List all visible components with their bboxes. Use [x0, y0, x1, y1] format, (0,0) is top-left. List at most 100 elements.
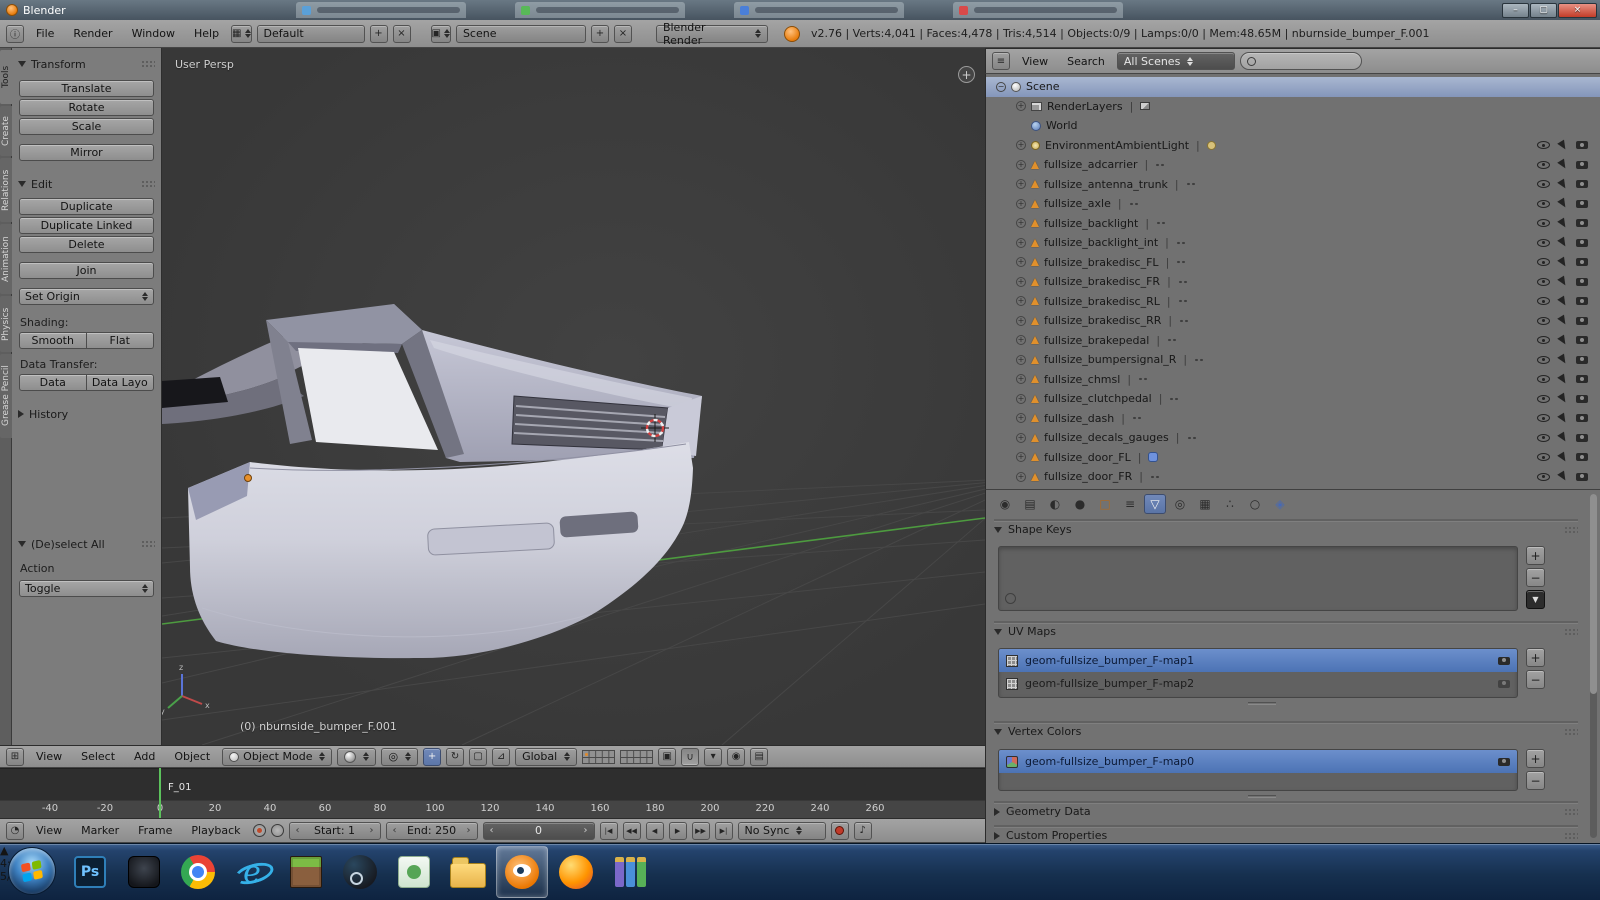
cursor-icon[interactable] [1557, 178, 1569, 190]
shelf-tab-relations[interactable]: Relations [0, 158, 12, 222]
render-camera-icon[interactable] [1498, 758, 1510, 766]
cursor-icon[interactable] [1557, 432, 1569, 444]
vertex-color-row[interactable]: geom-fullsize_bumper_F-map0 [999, 750, 1517, 773]
properties-scrollbar[interactable] [1590, 494, 1597, 838]
expand-icon[interactable]: + [1016, 316, 1026, 326]
shape-keys-list[interactable] [998, 546, 1518, 611]
outliner-row[interactable]: +fullsize_bumpersignal_R| [986, 350, 1600, 370]
menu-help[interactable]: Help [187, 27, 226, 40]
taskbar-explorer-button[interactable] [442, 846, 494, 898]
outliner-row[interactable]: +fullsize_chmsl| [986, 370, 1600, 390]
eye-icon[interactable] [1537, 473, 1550, 481]
frame-start-field[interactable]: ‹Start: 1› [289, 822, 381, 840]
cursor-icon[interactable] [1557, 354, 1569, 366]
expand-icon[interactable]: + [1016, 179, 1026, 189]
lock-icon[interactable]: ▣ [658, 748, 676, 766]
camera-icon[interactable] [1576, 278, 1588, 286]
render-camera-icon[interactable] [1498, 657, 1510, 665]
outliner-row[interactable]: +fullsize_dash| [986, 409, 1600, 429]
eye-icon[interactable] [1537, 356, 1550, 364]
screen-layout-icon[interactable]: ▦ [231, 25, 251, 43]
eye-icon[interactable] [1537, 200, 1550, 208]
shape-key-specials-dropdown[interactable]: ▼ [1526, 590, 1545, 609]
viewport-menu-select[interactable]: Select [74, 750, 122, 763]
editor-type-timeline-icon[interactable]: ◔ [6, 822, 24, 840]
menu-file[interactable]: File [29, 27, 61, 40]
camera-icon[interactable] [1576, 219, 1588, 227]
outliner-row-scene[interactable]: −Scene [986, 77, 1600, 97]
resize-grip[interactable] [1248, 795, 1276, 798]
eye-icon[interactable] [1537, 161, 1550, 169]
cursor-icon[interactable] [1557, 315, 1569, 327]
maximize-button[interactable]: ▢ [1530, 3, 1557, 18]
camera-icon[interactable] [1576, 239, 1588, 247]
render-opengl-anim-icon[interactable]: ▤ [750, 748, 768, 766]
outliner-row[interactable]: World [986, 116, 1600, 136]
outliner-row[interactable]: +fullsize_antenna_trunk| [986, 175, 1600, 195]
expand-icon[interactable]: + [1016, 160, 1026, 170]
timeline-canvas[interactable]: F_01 [0, 768, 985, 800]
outliner-row[interactable]: +EnvironmentAmbientLight| [986, 136, 1600, 156]
layers-group-1[interactable] [582, 750, 615, 764]
cursor-icon[interactable] [1557, 451, 1569, 463]
rotate-button[interactable]: Rotate [19, 99, 154, 116]
manipulator-rotate-icon[interactable]: ↻ [446, 748, 464, 766]
translate-button[interactable]: Translate [19, 80, 154, 97]
vertex-color-add-button[interactable]: + [1526, 749, 1545, 768]
vertex-colors-panel-header[interactable]: Vertex Colors [994, 723, 1578, 739]
taskbar-gimp-button[interactable] [658, 846, 710, 898]
delete-layout-button[interactable]: × [393, 25, 411, 43]
history-panel-header[interactable]: History [18, 406, 155, 422]
viewport-menu-view[interactable]: View [29, 750, 69, 763]
hidden-icons-chevron[interactable]: ▲ [0, 844, 8, 857]
viewport-menu-object[interactable]: Object [167, 750, 217, 763]
current-frame-field[interactable]: ‹0› [483, 822, 595, 840]
delete-scene-button[interactable]: × [614, 25, 632, 43]
outliner-row[interactable]: +fullsize_adcarrier| [986, 155, 1600, 175]
menu-render[interactable]: Render [66, 27, 119, 40]
cursor-icon[interactable] [1557, 295, 1569, 307]
shape-key-remove-button[interactable]: − [1526, 568, 1545, 587]
taskbar-blender-button[interactable] [496, 846, 548, 898]
geometry-data-panel-header[interactable]: Geometry Data [994, 803, 1578, 819]
viewport-canvas[interactable]: zxy [162, 48, 985, 745]
camera-icon[interactable] [1576, 317, 1588, 325]
mode-dropdown[interactable]: Object Mode [222, 748, 332, 766]
outliner-row[interactable]: +fullsize_brakedisc_FL| [986, 253, 1600, 273]
expand-icon[interactable]: + [1016, 257, 1026, 267]
previous-keyframe-button[interactable]: ◀◀ [623, 822, 641, 840]
camera-icon[interactable] [1576, 161, 1588, 169]
manipulator-scale-icon[interactable]: ▢ [469, 748, 487, 766]
timeline-menu-view[interactable]: View [29, 824, 69, 837]
cursor-icon[interactable] [1557, 373, 1569, 385]
join-button[interactable]: Join [19, 262, 154, 279]
camera-icon[interactable] [1576, 414, 1588, 422]
jump-to-end-button[interactable]: ▶| [715, 822, 733, 840]
outliner-row[interactable]: +fullsize_brakepedal| [986, 331, 1600, 351]
shade-flat-button[interactable]: Flat [87, 332, 155, 349]
timeline-marker-label[interactable]: F_01 [168, 782, 191, 793]
expand-icon[interactable]: + [1016, 296, 1026, 306]
outliner-row[interactable]: +fullsize_brakedisc_FR| [986, 272, 1600, 292]
taskbar-minecraft-button[interactable] [280, 846, 332, 898]
deselect-all-panel-header[interactable]: (De)select All [18, 536, 155, 552]
taskbar-steam-button[interactable] [334, 846, 386, 898]
pivot-point-dropdown[interactable]: ◎ [381, 748, 418, 766]
expand-icon[interactable]: + [1016, 140, 1026, 150]
add-scene-button[interactable]: + [591, 25, 609, 43]
expand-icon[interactable]: + [1016, 199, 1026, 209]
shade-smooth-button[interactable]: Smooth [19, 332, 87, 349]
camera-icon[interactable] [1576, 356, 1588, 364]
eye-icon[interactable] [1537, 258, 1550, 266]
expand-icon[interactable]: + [1016, 277, 1026, 287]
camera-icon[interactable] [1576, 141, 1588, 149]
transform-panel-header[interactable]: Transform [18, 56, 155, 72]
data-transfer-data-button[interactable]: Data [19, 374, 87, 391]
tab-scene-icon[interactable]: ◐ [1044, 494, 1066, 514]
timeline-menu-frame[interactable]: Frame [131, 824, 179, 837]
play-button[interactable]: ▶ [669, 822, 687, 840]
start-button[interactable] [8, 847, 56, 895]
sync-dropdown[interactable]: No Sync [738, 822, 826, 840]
eye-icon[interactable] [1537, 336, 1550, 344]
keying-set-icon[interactable] [253, 824, 266, 837]
